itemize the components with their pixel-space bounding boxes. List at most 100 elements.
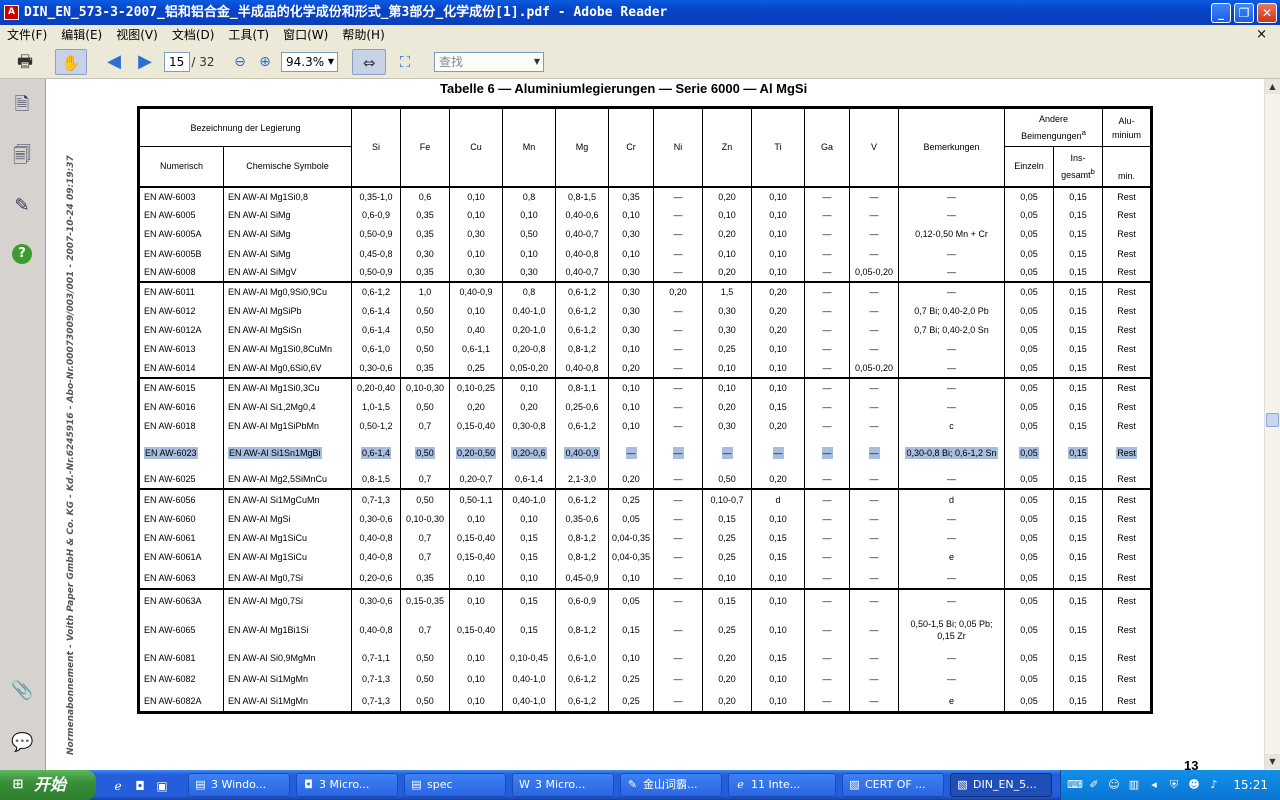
cell-cr: 0,30 bbox=[608, 301, 654, 321]
menu-tools[interactable]: 工具(T) bbox=[221, 25, 276, 45]
scroll-down-icon[interactable]: ▼ bbox=[1265, 754, 1280, 769]
print-icon[interactable]: 🖶 bbox=[10, 49, 40, 75]
taskbar-button-spec[interactable]: ▤ spec bbox=[404, 773, 506, 797]
header-mn: Mn bbox=[502, 107, 556, 187]
cell-value: 0,6-1,2 bbox=[567, 695, 597, 706]
next-page-icon[interactable]: ▶ bbox=[133, 49, 157, 75]
taskbar-button-micro-1[interactable]: ◘ 3 Micro... bbox=[296, 773, 398, 797]
cell-cu: 0,30 bbox=[449, 224, 503, 245]
cell-v: — bbox=[849, 509, 899, 529]
scroll-up-icon[interactable]: ▲ bbox=[1265, 79, 1280, 94]
page-number-input[interactable]: 15 bbox=[164, 52, 190, 72]
taskbar-button-powerword[interactable]: ✎ 金山词霸... bbox=[620, 773, 722, 797]
cell-ga: — bbox=[804, 359, 850, 379]
back-icon[interactable]: ◂ bbox=[1147, 778, 1161, 792]
menu-help[interactable]: 帮助(H) bbox=[335, 25, 391, 45]
cell-single: 0,05 bbox=[1004, 509, 1054, 529]
close-button[interactable]: ✕ bbox=[1257, 3, 1277, 23]
cell-single: 0,05 bbox=[1004, 397, 1054, 417]
outlook-quicklaunch-icon[interactable]: ◘ bbox=[132, 778, 148, 794]
cell-value: — bbox=[673, 673, 683, 684]
vertical-scrollbar[interactable]: ▲ ▼ bbox=[1264, 79, 1280, 770]
fit-page-icon[interactable]: ⛶ bbox=[392, 49, 418, 75]
cell-ti: d bbox=[751, 488, 805, 510]
zoom-in-icon[interactable]: ⊕ bbox=[255, 49, 275, 75]
cell-value: 0,15 bbox=[520, 533, 538, 544]
cell-ga: — bbox=[804, 547, 850, 567]
taskbar-button-cert[interactable]: ▧ CERT OF ... bbox=[842, 773, 944, 797]
menu-edit[interactable]: 编辑(E) bbox=[54, 25, 109, 45]
cell-value: 0,10 bbox=[769, 383, 787, 394]
signatures-icon[interactable]: ✎ bbox=[11, 194, 33, 218]
search-input[interactable]: 查找 ▼ bbox=[434, 52, 544, 72]
cell-numeric: EN AW-6056 bbox=[138, 488, 224, 510]
bookmarks-icon[interactable]: 🗐 bbox=[11, 144, 33, 168]
cell-value: 0,6-1,0 bbox=[567, 652, 597, 663]
cell-remarks: — bbox=[898, 647, 1005, 668]
taskbar-button-din[interactable]: ▧ DIN_EN_5... bbox=[950, 773, 1052, 797]
cell-cu: 0,10 bbox=[449, 647, 503, 668]
window-titlebar[interactable]: A DIN_EN_573-3-2007_铝和铝合金_半成品的化学成份和形式_第3… bbox=[0, 0, 1280, 25]
cell-cr: 0,30 bbox=[608, 281, 654, 302]
cell-remarks: — bbox=[898, 588, 1005, 612]
cell-zn: 0,20 bbox=[702, 690, 752, 713]
menu-file[interactable]: 文件(F) bbox=[0, 25, 54, 45]
comments-icon[interactable]: 💬 bbox=[11, 731, 33, 755]
zoom-out-icon[interactable]: ⊖ bbox=[230, 49, 250, 75]
cell-value: 0,15 bbox=[1069, 325, 1087, 336]
tool-icon[interactable]: ✐ bbox=[1087, 778, 1101, 792]
document-close-icon[interactable]: × bbox=[1249, 25, 1274, 45]
cell-remarks: — bbox=[898, 281, 1005, 302]
keyboard-icon[interactable]: ⌨ bbox=[1067, 778, 1083, 792]
cell-numeric: EN AW-6082 bbox=[138, 667, 224, 691]
cell-value: 0,8-1,2 bbox=[567, 344, 597, 355]
cell-si: 0,30-0,6 bbox=[351, 588, 401, 612]
cell-ti: 0,10 bbox=[751, 509, 805, 529]
cell-chemical: EN AW-Al Si1Sn1MgBi bbox=[223, 435, 352, 471]
cell-value: — bbox=[869, 552, 879, 563]
minimize-button[interactable]: _ bbox=[1211, 3, 1231, 23]
scroll-thumb[interactable] bbox=[1266, 413, 1279, 427]
previous-page-icon[interactable]: ◀ bbox=[102, 49, 126, 75]
cell-value: Rest bbox=[1117, 229, 1136, 240]
cell-total: 0,15 bbox=[1053, 690, 1103, 713]
cell-single: 0,05 bbox=[1004, 244, 1054, 264]
messenger-icon[interactable]: ☺ bbox=[1107, 778, 1121, 792]
volume-icon[interactable]: ♪ bbox=[1207, 778, 1221, 792]
cell-mn: 0,20-1,0 bbox=[502, 320, 556, 340]
menu-view[interactable]: 视图(V) bbox=[109, 25, 165, 45]
shield-icon[interactable]: ⛨ bbox=[1167, 778, 1181, 792]
cell-v: — bbox=[849, 244, 899, 264]
cell-single: 0,05 bbox=[1004, 611, 1054, 648]
cell-numeric: EN AW-6015 bbox=[138, 377, 224, 398]
desktop-quicklaunch-icon[interactable]: ▣ bbox=[154, 778, 170, 794]
cell-value: 0,30 bbox=[520, 267, 538, 278]
help-icon[interactable]: ? bbox=[12, 244, 32, 264]
start-button[interactable]: ⊞ 开始 bbox=[0, 770, 96, 800]
cell-fe: 0,15-0,35 bbox=[400, 588, 450, 612]
menu-window[interactable]: 窗口(W) bbox=[276, 25, 335, 45]
hand-tool-icon[interactable]: ✋ bbox=[55, 49, 87, 75]
cell-value: 1,0 bbox=[418, 287, 432, 298]
cell-value: — bbox=[869, 695, 879, 706]
cell-value: — bbox=[673, 344, 683, 355]
zoom-select[interactable]: 94.3% ▼ bbox=[281, 52, 338, 72]
pages-icon[interactable]: 🗎 bbox=[11, 93, 33, 117]
network-icon[interactable]: ▥ bbox=[1127, 778, 1141, 792]
cell-value: 0,7 bbox=[418, 421, 432, 432]
cell-si: 0,45-0,8 bbox=[351, 244, 401, 264]
user-icon[interactable]: ☻ bbox=[1187, 778, 1201, 792]
taskbar-button-internet[interactable]: ℯ 11 Inte... bbox=[728, 773, 836, 797]
cell-value: 0,40-1,0 bbox=[512, 494, 546, 505]
cell-value: 0,50 bbox=[520, 229, 538, 240]
menu-document[interactable]: 文档(D) bbox=[165, 25, 222, 45]
attachments-icon[interactable]: 📎 bbox=[11, 679, 33, 703]
clock: 15:21 bbox=[1233, 778, 1268, 792]
cell-total: 0,15 bbox=[1053, 263, 1103, 283]
taskbar-button-windows[interactable]: ▤ 3 Windo... bbox=[188, 773, 290, 797]
ie-quicklaunch-icon[interactable]: ℯ bbox=[110, 778, 126, 794]
taskbar-button-micro-2[interactable]: W3 Micro... bbox=[512, 773, 614, 797]
maximize-button[interactable]: ❐ bbox=[1234, 3, 1254, 23]
cell-value: 0,6-1,2 bbox=[567, 306, 597, 317]
fit-width-icon[interactable]: ⇔ bbox=[352, 49, 386, 75]
